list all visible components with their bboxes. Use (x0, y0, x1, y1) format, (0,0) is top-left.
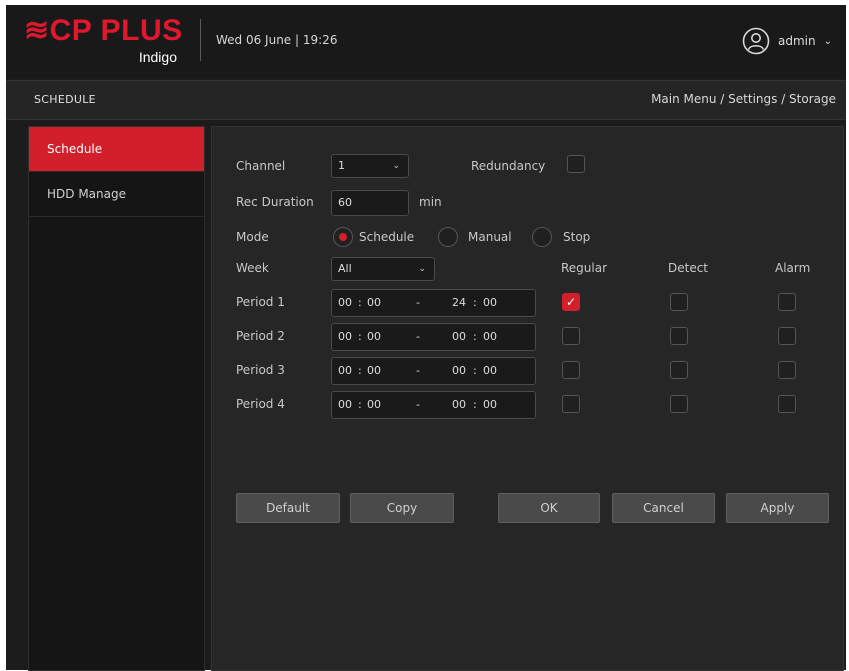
logo-subtitle: Indigo (138, 49, 177, 65)
start-minute[interactable]: 00 (367, 330, 381, 343)
ok-button[interactable]: OK (498, 493, 600, 523)
mode-schedule-label: Schedule (359, 230, 415, 244)
range-separator: - (416, 330, 420, 343)
start-hour[interactable]: 00 (338, 330, 352, 343)
time-colon: : (358, 364, 362, 377)
user-avatar-icon (742, 27, 770, 55)
start-minute[interactable]: 00 (367, 398, 381, 411)
chevron-down-icon: ⌄ (392, 161, 400, 171)
end-minute[interactable]: 00 (483, 398, 497, 411)
time-colon: : (473, 398, 477, 411)
col-header-detect: Detect (668, 261, 709, 275)
period-3-alarm-checkbox[interactable] (778, 361, 796, 379)
period-time-range[interactable]: 00 : 00 - 24 : 00 (331, 289, 536, 317)
channel-select[interactable]: 1 ⌄ (331, 154, 409, 178)
sidebar-item-schedule[interactable]: Schedule (29, 127, 204, 172)
mode-stop-label: Stop (563, 230, 591, 244)
mode-schedule-radio[interactable] (333, 227, 353, 247)
page-title: SCHEDULE (34, 93, 96, 106)
mode-stop-radio[interactable] (532, 227, 552, 247)
end-minute[interactable]: 00 (483, 330, 497, 343)
rec-duration-label: Rec Duration (236, 195, 314, 209)
breadcrumb: Main Menu / Settings / Storage (651, 92, 836, 106)
app-window: ≋CP PLUS Indigo Wed 06 June | 19:26 admi… (6, 5, 846, 671)
copy-button[interactable]: Copy (350, 493, 454, 523)
chevron-down-icon: ⌄ (418, 264, 426, 274)
period-label: Period 4 (236, 397, 285, 411)
week-select[interactable]: All ⌄ (331, 257, 435, 281)
period-1-regular-checkbox[interactable]: ✓ (562, 293, 580, 311)
time-colon: : (358, 398, 362, 411)
end-minute[interactable]: 00 (483, 296, 497, 309)
redundancy-checkbox[interactable] (567, 155, 585, 173)
period-3-regular-checkbox[interactable] (562, 361, 580, 379)
title-bar: SCHEDULE Main Menu / Settings / Storage (6, 80, 846, 120)
period-4-detect-checkbox[interactable] (670, 395, 688, 413)
period-time-range[interactable]: 00 : 00 - 00 : 00 (331, 323, 536, 351)
end-hour[interactable]: 00 (452, 330, 466, 343)
start-hour[interactable]: 00 (338, 398, 352, 411)
week-value: All (338, 262, 352, 275)
header-divider (200, 19, 201, 61)
time-colon: : (473, 364, 477, 377)
cp-plus-logo: ≋CP PLUS Indigo (24, 13, 189, 71)
col-header-regular: Regular (561, 261, 608, 275)
redundancy-label: Redundancy (471, 159, 546, 173)
end-minute[interactable]: 00 (483, 364, 497, 377)
period-time-range[interactable]: 00 : 00 - 00 : 00 (331, 357, 536, 385)
time-colon: : (473, 296, 477, 309)
range-separator: - (416, 296, 420, 309)
end-hour[interactable]: 00 (452, 364, 466, 377)
start-hour[interactable]: 00 (338, 364, 352, 377)
period-2-detect-checkbox[interactable] (670, 327, 688, 345)
user-menu[interactable]: admin ⌄ (742, 27, 832, 55)
mode-manual-radio[interactable] (438, 227, 458, 247)
chevron-down-icon: ⌄ (823, 35, 832, 47)
top-header: ≋CP PLUS Indigo Wed 06 June | 19:26 admi… (6, 5, 846, 78)
period-4-alarm-checkbox[interactable] (778, 395, 796, 413)
start-hour[interactable]: 00 (338, 296, 352, 309)
period-label: Period 2 (236, 329, 285, 343)
sidebar-item-hdd-manage[interactable]: HDD Manage (29, 172, 204, 217)
start-minute[interactable]: 00 (367, 296, 381, 309)
start-minute[interactable]: 00 (367, 364, 381, 377)
time-colon: : (358, 330, 362, 343)
rec-duration-unit: min (419, 195, 442, 209)
period-3-detect-checkbox[interactable] (670, 361, 688, 379)
period-2-regular-checkbox[interactable] (562, 327, 580, 345)
period-4-regular-checkbox[interactable] (562, 395, 580, 413)
period-label: Period 3 (236, 363, 285, 377)
default-button[interactable]: Default (236, 493, 340, 523)
col-header-alarm: Alarm (775, 261, 811, 275)
period-label: Period 1 (236, 295, 285, 309)
period-1-alarm-checkbox[interactable] (778, 293, 796, 311)
channel-label: Channel (236, 159, 286, 173)
time-colon: : (473, 330, 477, 343)
rec-duration-input[interactable]: 60 (331, 190, 409, 216)
time-colon: : (358, 296, 362, 309)
schedule-panel: Channel 1 ⌄ Redundancy Rec Duration 60 m… (211, 126, 844, 671)
mode-label: Mode (236, 230, 269, 244)
check-icon: ✓ (565, 295, 577, 309)
logo-wordmark: ≋CP PLUS (24, 14, 183, 47)
end-hour[interactable]: 00 (452, 398, 466, 411)
cancel-button[interactable]: Cancel (612, 493, 715, 523)
username-label: admin (778, 34, 816, 48)
range-separator: - (416, 364, 420, 377)
week-label: Week (236, 261, 269, 275)
mode-manual-label: Manual (468, 230, 512, 244)
period-1-detect-checkbox[interactable] (670, 293, 688, 311)
datetime-display: Wed 06 June | 19:26 (216, 33, 338, 47)
range-separator: - (416, 398, 420, 411)
period-2-alarm-checkbox[interactable] (778, 327, 796, 345)
end-hour[interactable]: 24 (452, 296, 466, 309)
period-time-range[interactable]: 00 : 00 - 00 : 00 (331, 391, 536, 419)
sidebar: Schedule HDD Manage (28, 126, 205, 671)
channel-value: 1 (338, 159, 345, 172)
apply-button[interactable]: Apply (726, 493, 829, 523)
